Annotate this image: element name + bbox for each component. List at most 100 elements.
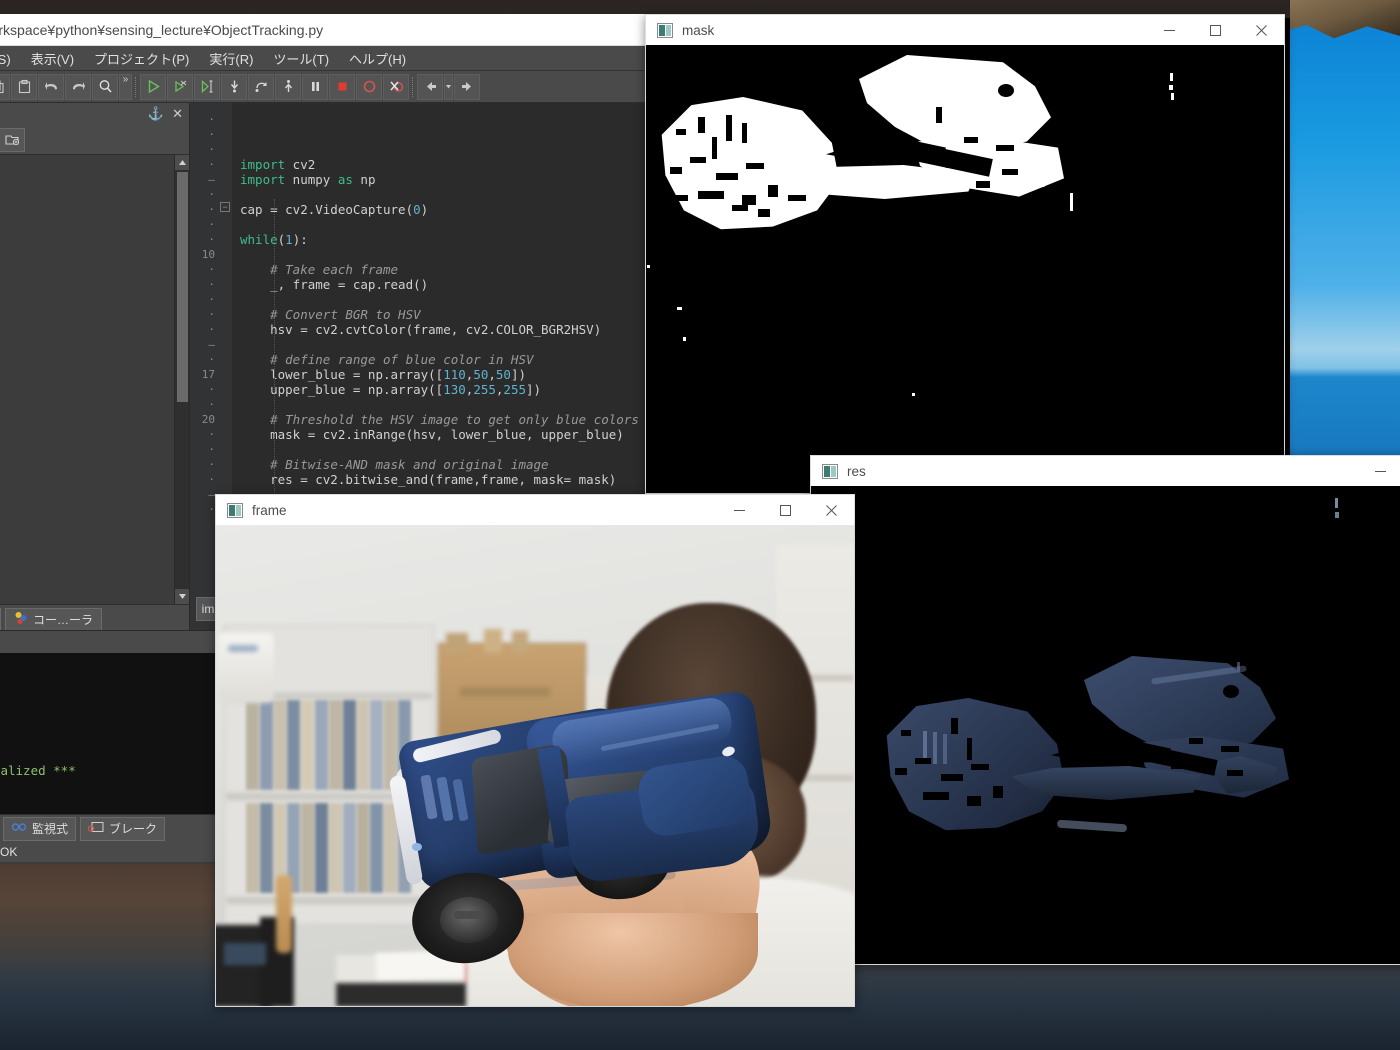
fold-toggle-while[interactable]: − bbox=[220, 202, 230, 212]
tree-item[interactable]: h bbox=[0, 467, 174, 484]
mask-window-titlebar[interactable]: mask bbox=[645, 14, 1285, 45]
scroll-down-icon[interactable] bbox=[174, 589, 189, 604]
maximize-icon[interactable] bbox=[762, 495, 808, 526]
tree-item[interactable]: ce bbox=[0, 603, 174, 604]
project-tree-list[interactable]: …onriuprkasterhectureakuceuu…Tect… bbox=[0, 155, 174, 604]
code-line[interactable] bbox=[240, 217, 650, 232]
tree-item[interactable]: rk bbox=[0, 399, 174, 416]
code-line[interactable] bbox=[240, 442, 650, 457]
debug-icon[interactable] bbox=[167, 73, 193, 100]
scroll-thumb[interactable] bbox=[176, 172, 188, 402]
res-window-titlebar[interactable]: res bbox=[810, 455, 1400, 486]
tab-watch[interactable]: 監視式 bbox=[3, 816, 77, 841]
redo-icon[interactable] bbox=[65, 73, 91, 100]
project-tree[interactable]: …onriuprkasterhectureakuceuu…Tect… bbox=[0, 155, 189, 604]
tab-breakpoints[interactable]: ブレーク bbox=[80, 816, 166, 841]
code-line[interactable]: mask = cv2.inRange(hsv, lower_blue, uppe… bbox=[240, 427, 650, 442]
ide-toolbar[interactable]: » bbox=[0, 71, 650, 103]
copy-icon[interactable] bbox=[0, 73, 10, 100]
frame-window-titlebar[interactable]: frame bbox=[215, 494, 855, 525]
code-line[interactable] bbox=[240, 337, 650, 352]
minimize-icon[interactable] bbox=[716, 495, 762, 526]
close-icon[interactable]: ✕ bbox=[172, 106, 183, 122]
tab-browser[interactable]: プロ…ーラ bbox=[0, 608, 2, 630]
project-browser-panel[interactable]: ーラ ⚓ ✕ … on bbox=[0, 103, 190, 630]
tree-item[interactable] bbox=[0, 552, 174, 569]
code-line[interactable]: # Bitwise-AND mask and original image bbox=[240, 457, 650, 472]
menu-item-search[interactable]: 検索(S) bbox=[0, 46, 20, 71]
tree-item[interactable] bbox=[0, 365, 174, 382]
code-line[interactable]: import numpy as np bbox=[240, 172, 650, 187]
tree-item[interactable] bbox=[0, 246, 174, 263]
opencv-window-mask[interactable]: mask bbox=[645, 14, 1285, 494]
toolbar-overflow-button[interactable]: » bbox=[119, 73, 132, 100]
tree-item[interactable]: aster bbox=[0, 450, 174, 467]
project-panel-tabs[interactable]: プロ…ーラ コー…ーラ bbox=[0, 604, 189, 630]
menu-item-help[interactable]: ヘルプ(H) bbox=[340, 46, 415, 71]
stop-icon[interactable] bbox=[329, 73, 355, 100]
code-line[interactable]: hsv = cv2.cvtColor(frame, cv2.COLOR_BGR2… bbox=[240, 322, 650, 337]
tree-item[interactable] bbox=[0, 195, 174, 212]
tab-code[interactable]: コー…ーラ bbox=[5, 608, 103, 630]
close-icon[interactable] bbox=[808, 495, 854, 526]
code-line[interactable]: upper_blue = np.array([130,255,255]) bbox=[240, 382, 650, 397]
tree-item[interactable]: ecture bbox=[0, 501, 174, 518]
run-to-cursor-icon[interactable] bbox=[194, 73, 220, 100]
code-line[interactable] bbox=[240, 247, 650, 262]
tree-item[interactable] bbox=[0, 161, 174, 178]
tree-item[interactable] bbox=[0, 484, 174, 501]
ide-menu-bar[interactable]: 集(E) 検索(S) 表示(V) プロジェクト(P) 実行(R) ツール(T) … bbox=[0, 46, 650, 71]
code-line[interactable]: res = cv2.bitwise_and(frame,frame, mask=… bbox=[240, 472, 650, 487]
tree-item[interactable]: up bbox=[0, 348, 174, 365]
code-line[interactable]: _, frame = cap.read() bbox=[240, 277, 650, 292]
code-line[interactable]: while(1): bbox=[240, 232, 650, 247]
scroll-up-icon[interactable] bbox=[174, 155, 189, 170]
tree-item[interactable] bbox=[0, 586, 174, 603]
code-line[interactable]: cap = cv2.VideoCapture(0) bbox=[240, 202, 650, 217]
pause-icon[interactable] bbox=[302, 73, 328, 100]
code-line[interactable]: # Convert BGR to HSV bbox=[240, 307, 650, 322]
menu-item-view[interactable]: 表示(V) bbox=[22, 46, 83, 71]
clear-breakpoints-icon[interactable] bbox=[383, 73, 409, 100]
record-icon[interactable] bbox=[356, 73, 382, 100]
back-dropdown-icon[interactable] bbox=[444, 73, 453, 100]
minimize-icon[interactable] bbox=[1146, 15, 1192, 46]
step-over-icon[interactable] bbox=[248, 73, 274, 100]
code-line[interactable] bbox=[240, 292, 650, 307]
tree-item[interactable] bbox=[0, 416, 174, 433]
minimize-icon[interactable] bbox=[1357, 456, 1400, 487]
pin-icon[interactable]: ⚓ bbox=[148, 106, 164, 122]
tree-item[interactable] bbox=[0, 535, 174, 552]
code-line[interactable] bbox=[240, 187, 650, 202]
code-line[interactable]: lower_blue = np.array([110,50,50]) bbox=[240, 367, 650, 382]
code-line[interactable]: # Threshold the HSV image to get only bl… bbox=[240, 412, 650, 427]
search-icon[interactable] bbox=[92, 73, 118, 100]
tree-item[interactable] bbox=[0, 229, 174, 246]
code-line[interactable]: # define range of blue color in HSV bbox=[240, 352, 650, 367]
tree-item[interactable]: ri bbox=[0, 314, 174, 331]
step-out-icon[interactable] bbox=[275, 73, 301, 100]
code-line[interactable] bbox=[240, 397, 650, 412]
run-icon[interactable] bbox=[140, 73, 166, 100]
tree-item[interactable] bbox=[0, 569, 174, 586]
opencv-window-frame[interactable]: frame bbox=[215, 494, 855, 1007]
tree-item[interactable] bbox=[0, 331, 174, 348]
tree-item[interactable]: aku bbox=[0, 518, 174, 535]
new-folder-icon[interactable] bbox=[0, 127, 25, 152]
maximize-icon[interactable] bbox=[1192, 15, 1238, 46]
step-into-icon[interactable] bbox=[221, 73, 247, 100]
tree-item[interactable] bbox=[0, 263, 174, 280]
menu-item-project[interactable]: プロジェクト(P) bbox=[85, 46, 198, 71]
tree-item[interactable]: … bbox=[0, 212, 174, 229]
paste-icon[interactable] bbox=[11, 73, 37, 100]
undo-icon[interactable] bbox=[38, 73, 64, 100]
tree-item[interactable] bbox=[0, 178, 174, 195]
project-tree-scrollbar[interactable] bbox=[174, 155, 189, 604]
forward-icon[interactable] bbox=[454, 73, 480, 100]
code-line[interactable]: import cv2 bbox=[240, 157, 650, 172]
menu-item-tools[interactable]: ツール(T) bbox=[264, 46, 338, 71]
tree-item[interactable] bbox=[0, 382, 174, 399]
tree-item[interactable] bbox=[0, 433, 174, 450]
tree-item[interactable]: on bbox=[0, 297, 174, 314]
opencv-window-res[interactable]: res bbox=[810, 455, 1400, 965]
